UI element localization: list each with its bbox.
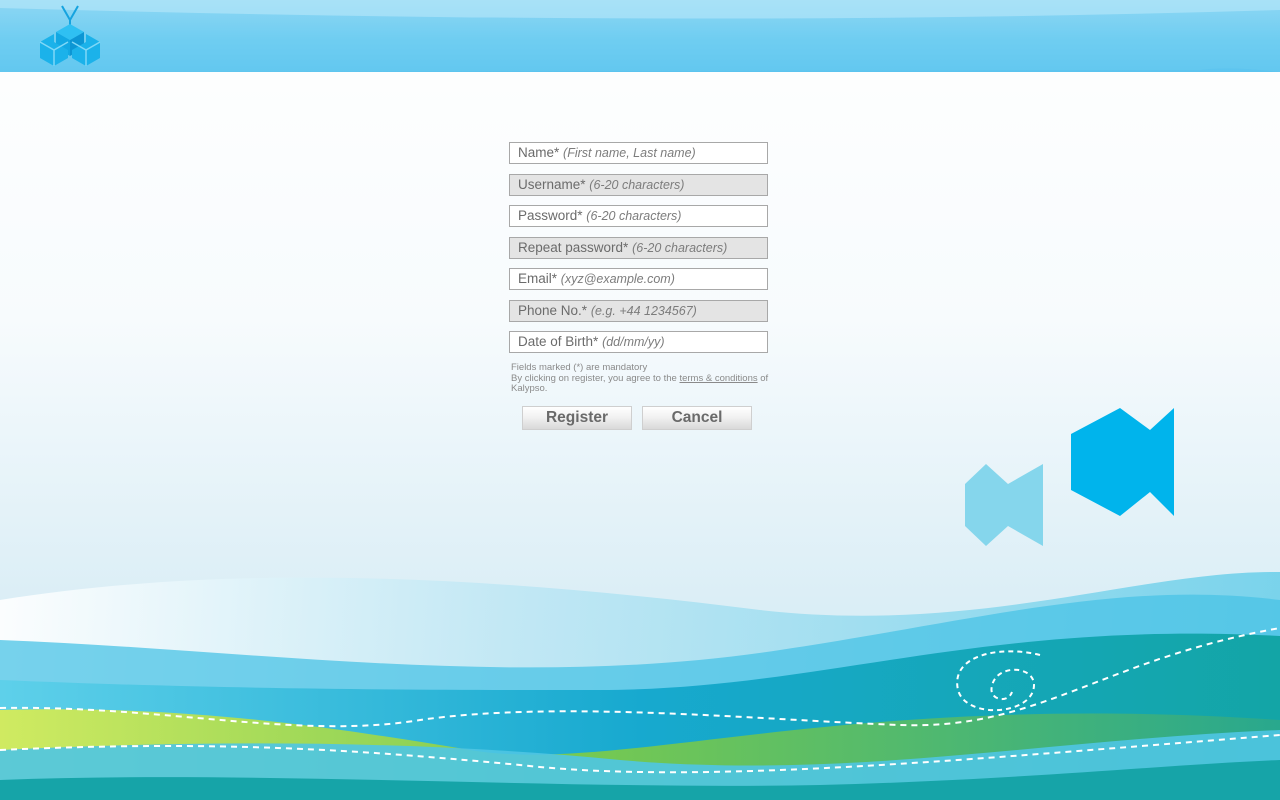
small-fish-icon [965,464,1043,546]
header-curve [0,0,1280,72]
header-bar [0,0,1280,72]
cancel-button[interactable]: Cancel [642,406,752,430]
large-fish-icon [1071,408,1174,516]
agreement-note: By clicking on register, you agree to th… [511,372,773,395]
password-field[interactable]: Password* (6-20 characters) [509,205,768,227]
date-of-birth-field-hint: (dd/mm/yy) [602,335,665,349]
repeat-password-field-hint: (6-20 characters) [632,240,728,255]
repeat-password-field-label: Repeat password* [518,239,629,255]
name-field-label: Name* [518,145,560,160]
register-button[interactable]: Register [522,406,632,430]
username-field-hint: (6-20 characters) [589,177,685,192]
name-field-hint: (First name, Last name) [563,146,696,160]
repeat-password-field[interactable]: Repeat password* (6-20 characters) [509,236,768,259]
phone-field-label: Phone No.* [518,302,588,318]
email-field-hint: (xyz@example.com) [560,272,675,286]
phone-field[interactable]: Phone No.* (e.g. +44 1234567) [509,299,768,322]
registration-form: Name* (First name, Last name) Username* … [509,142,768,363]
email-field[interactable]: Email* (xyz@example.com) [509,268,768,290]
terms-link[interactable]: terms & conditions [679,373,757,384]
agreement-prefix: By clicking on register, you agree to th… [511,372,677,384]
date-of-birth-field-label: Date of Birth* [518,334,599,349]
password-field-label: Password* [518,208,583,223]
date-of-birth-field[interactable]: Date of Birth* (dd/mm/yy) [509,331,768,353]
form-notes: Fields marked (*) are mandatory By click… [511,362,773,395]
username-field-label: Username* [518,176,586,192]
password-field-hint: (6-20 characters) [586,209,682,223]
email-field-label: Email* [518,271,558,286]
name-field[interactable]: Name* (First name, Last name) [509,142,768,164]
cube-logo-icon[interactable] [36,4,104,68]
wave-background [0,571,1280,800]
username-field[interactable]: Username* (6-20 characters) [509,173,768,196]
phone-field-hint: (e.g. +44 1234567) [590,303,697,318]
